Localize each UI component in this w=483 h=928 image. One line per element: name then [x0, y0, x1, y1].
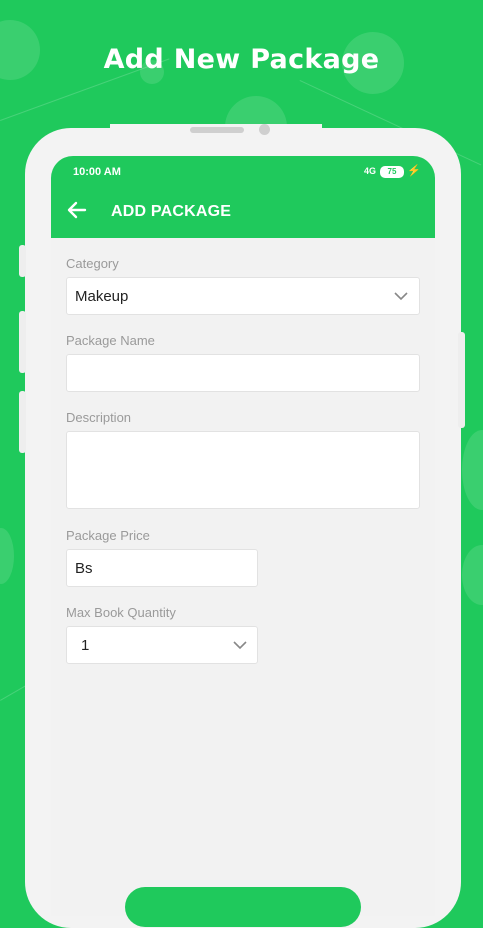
charging-icon: ⚡	[407, 165, 421, 177]
page-title: ADD PACKAGE	[111, 203, 232, 220]
package-name-input[interactable]	[66, 354, 420, 392]
phone-side-button	[458, 332, 465, 428]
max-book-quantity-value: 1	[81, 637, 90, 654]
max-book-quantity-label: Max Book Quantity	[66, 605, 176, 620]
status-time: 10:00 AM	[73, 166, 121, 178]
package-price-label: Package Price	[66, 528, 150, 543]
chevron-down-icon	[394, 292, 408, 301]
signal-icon: 4G	[364, 166, 377, 176]
status-bar: 10:00 AM 4G 75 ⚡	[51, 156, 435, 186]
front-camera	[259, 124, 270, 135]
arrow-left-icon[interactable]	[65, 198, 89, 222]
background-bubble	[0, 528, 14, 584]
phone-side-button	[19, 245, 26, 277]
package-price-input[interactable]: Bs	[66, 549, 258, 587]
app-bar: ADD PACKAGE	[51, 186, 435, 238]
package-price-value: Bs	[75, 560, 93, 577]
phone-notch	[110, 124, 322, 158]
description-label: Description	[66, 410, 132, 425]
category-label: Category	[66, 256, 119, 271]
package-name-label: Package Name	[66, 333, 155, 348]
phone-side-button	[19, 311, 26, 373]
battery-icon: 75	[380, 166, 404, 178]
category-select[interactable]: Makeup	[66, 277, 420, 315]
submit-button[interactable]	[125, 887, 361, 927]
background-line	[0, 685, 27, 701]
speaker-grille	[190, 127, 244, 133]
app-screen: 10:00 AM 4G 75 ⚡ ADD PACKAGE Category Ma…	[51, 156, 435, 916]
background-bubble	[462, 430, 483, 510]
phone-side-button	[19, 391, 26, 453]
chevron-down-icon	[233, 641, 247, 650]
max-book-quantity-select[interactable]: 1	[66, 626, 258, 664]
page-headline: Add New Package	[103, 44, 380, 75]
background-bubble	[462, 545, 483, 605]
category-value: Makeup	[75, 288, 129, 305]
description-textarea[interactable]	[66, 431, 420, 509]
